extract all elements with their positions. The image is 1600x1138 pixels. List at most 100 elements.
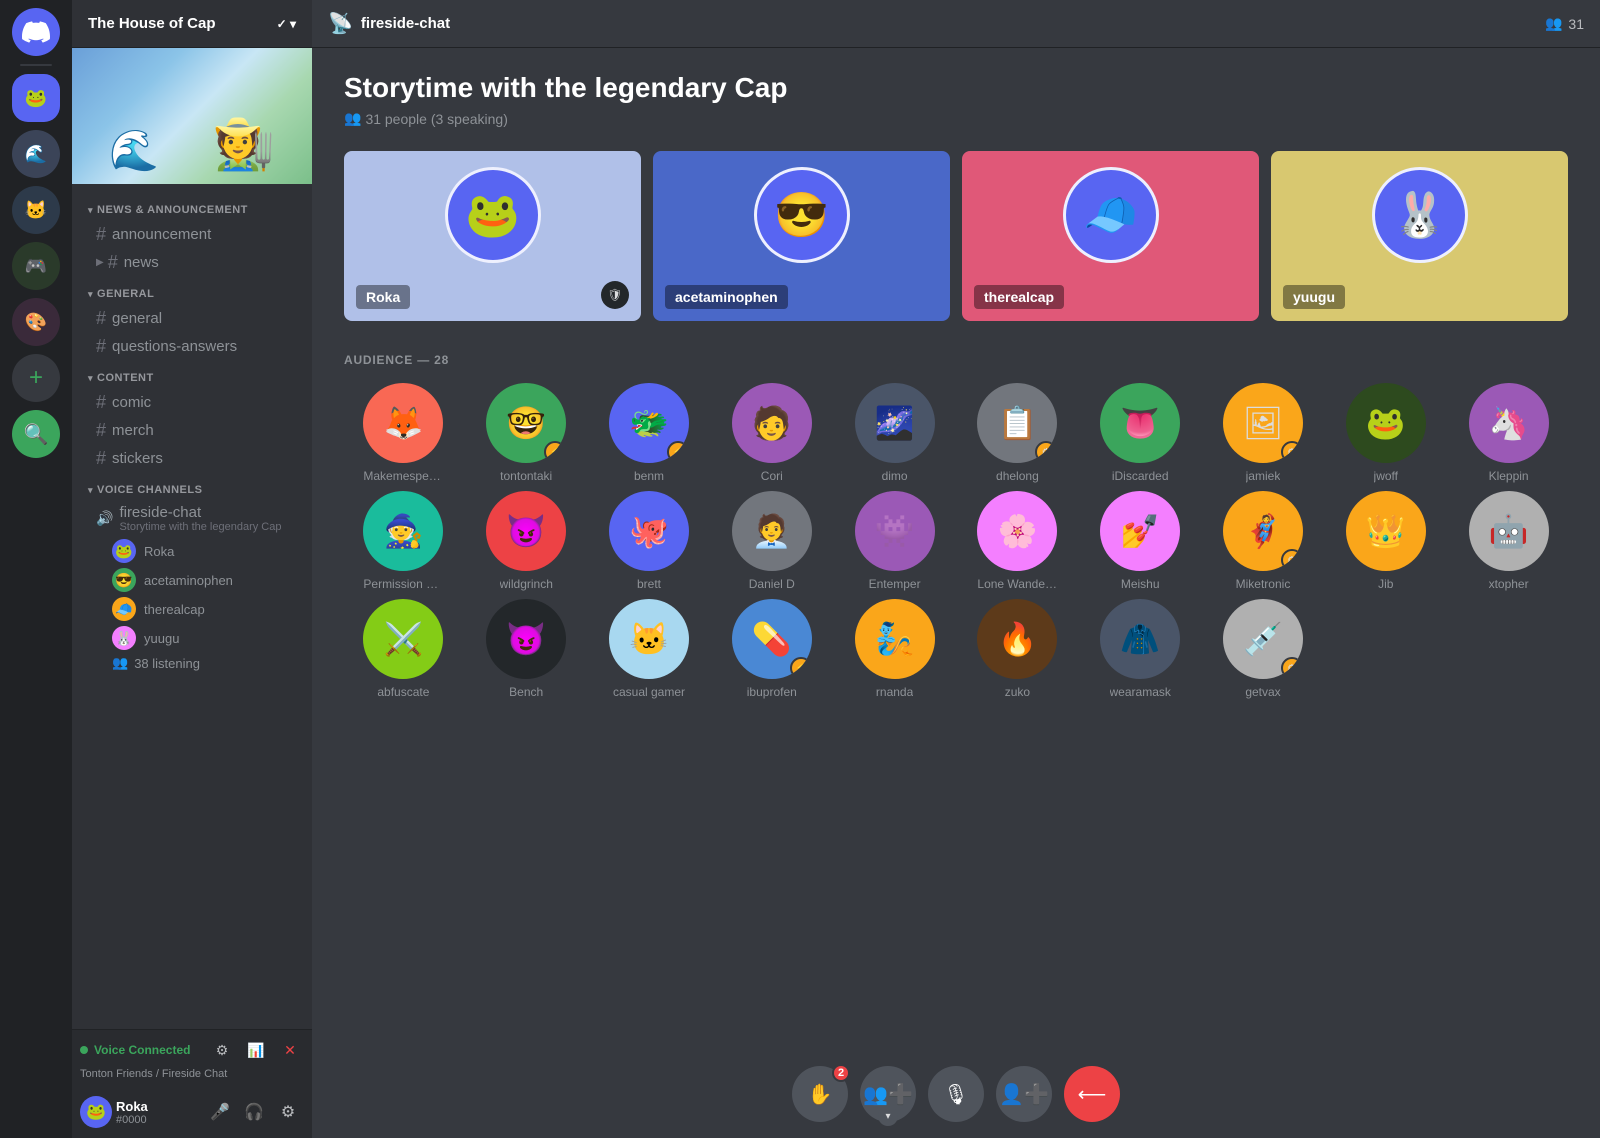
audience-member-tontontaki[interactable]: 🤓 ⚡ tontontaki bbox=[467, 383, 586, 483]
voice-user-acetaminophen[interactable]: 😎 acetaminophen bbox=[80, 566, 304, 594]
speaker-card-therealcap[interactable]: 🧢 therealcap bbox=[962, 151, 1259, 321]
audience-member-getvax[interactable]: 💉 ⚙ getvax bbox=[1204, 599, 1323, 699]
add-speaker-icon: 👤➕ bbox=[999, 1082, 1049, 1107]
audience-member-meishu[interactable]: 💅 Meishu bbox=[1081, 491, 1200, 591]
section-arrow: ▾ bbox=[88, 289, 93, 300]
mic-icon: 🎙 bbox=[943, 1082, 968, 1107]
audience-avatar: 🦊 bbox=[363, 383, 443, 463]
voice-user-yuugu[interactable]: 🐰 yuugu bbox=[80, 624, 304, 652]
channel-general[interactable]: # general bbox=[80, 305, 304, 332]
audience-member-ibuprofen[interactable]: 💊 ⚡ ibuprofen bbox=[712, 599, 831, 699]
audience-member-zuko[interactable]: 🔥 zuko bbox=[958, 599, 1077, 699]
audience-member-wildgrinch[interactable]: 😈 wildgrinch bbox=[467, 491, 586, 591]
add-speaker-button[interactable]: 👤➕ bbox=[996, 1066, 1052, 1122]
audience-name: rnanda bbox=[876, 685, 913, 699]
audience-member-jib[interactable]: 👑 Jib bbox=[1326, 491, 1445, 591]
channel-questions-answers[interactable]: # questions-answers bbox=[80, 333, 304, 360]
server-icon-2[interactable]: 🌊 bbox=[12, 130, 60, 178]
status-badge: ⚙ bbox=[1281, 549, 1303, 571]
audience-member-miketronic[interactable]: 🦸 ⚙ Miketronic bbox=[1204, 491, 1323, 591]
stage-icon: 📡 bbox=[328, 11, 353, 36]
audience-member-makemespeakrr[interactable]: 🦊 Makemespeakrr bbox=[344, 383, 463, 483]
audience-member-benm[interactable]: 🐲 ⚡ benm bbox=[590, 383, 709, 483]
speakers-grid: 🐸 Roka 🛡 😎 acetaminophen 🧢 therealcap bbox=[344, 151, 1568, 321]
speaker-card-yuugu[interactable]: 🐰 yuugu bbox=[1271, 151, 1568, 321]
speaker-card-acetaminophen[interactable]: 😎 acetaminophen bbox=[653, 151, 950, 321]
audience-member-xtopher[interactable]: 🤖 xtopher bbox=[1449, 491, 1568, 591]
section-voice-channels[interactable]: ▾ VOICE CHANNELS bbox=[72, 480, 312, 500]
voice-connected-bar: Voice Connected ⚙ 📊 ✕ Tonton Friends / F… bbox=[72, 1029, 312, 1086]
booster-badge: ⚡ bbox=[667, 441, 689, 463]
audience-member-jamiek[interactable]: 🖼 ⚙ jamiek bbox=[1204, 383, 1323, 483]
explore-servers-button[interactable]: 🔍 bbox=[12, 410, 60, 458]
hash-icon: # bbox=[96, 448, 106, 469]
audience-avatar: 😈 bbox=[486, 491, 566, 571]
audience-member-dhelong[interactable]: 📋 ⚙ dhelong bbox=[958, 383, 1077, 483]
audience-member-daniel-d[interactable]: 🧑‍💼 Daniel D bbox=[712, 491, 831, 591]
audience-member-casual-gamer[interactable]: 🐱 casual gamer bbox=[590, 599, 709, 699]
server-icon-4[interactable]: 🎮 bbox=[12, 242, 60, 290]
add-server-button[interactable]: + bbox=[12, 354, 60, 402]
audience-name: wildgrinch bbox=[500, 577, 553, 591]
user-bar: 🐸 Roka #0000 🎤 🎧 ⚙ bbox=[72, 1086, 312, 1138]
channel-merch[interactable]: # merch bbox=[80, 417, 304, 444]
audience-member-abfuscate[interactable]: ⚔️ abfuscate bbox=[344, 599, 463, 699]
speaker-card-roka[interactable]: 🐸 Roka 🛡 bbox=[344, 151, 641, 321]
voice-waveform-btn[interactable]: 📊 bbox=[242, 1036, 270, 1064]
deafen-button[interactable]: 🎧 bbox=[238, 1096, 270, 1128]
voice-user-roka[interactable]: 🐸 Roka bbox=[80, 537, 304, 565]
channel-comic[interactable]: # comic bbox=[80, 389, 304, 416]
audience-member-dimo[interactable]: 🌌 dimo bbox=[835, 383, 954, 483]
section-content[interactable]: ▾ CONTENT bbox=[72, 368, 312, 388]
voice-user-therealcap[interactable]: 🧢 therealcap bbox=[80, 595, 304, 623]
listening-icon: 👥 bbox=[112, 655, 128, 671]
audience-member-brett[interactable]: 🐙 brett bbox=[590, 491, 709, 591]
voice-settings-btn[interactable]: ⚙ bbox=[208, 1036, 236, 1064]
leave-stage-button[interactable]: ⟵ bbox=[1064, 1066, 1120, 1122]
mute-mic-button[interactable]: 🎙 bbox=[928, 1066, 984, 1122]
audience-member-wearamask[interactable]: 🧥 wearamask bbox=[1081, 599, 1200, 699]
voice-user-name: yuugu bbox=[144, 631, 179, 646]
section-general[interactable]: ▾ GENERAL bbox=[72, 284, 312, 304]
server-icon-1[interactable]: 🐸 bbox=[12, 74, 60, 122]
user-bar-actions: 🎤 🎧 ⚙ bbox=[204, 1096, 304, 1128]
voice-connected-server: Tonton Friends / Fireside Chat bbox=[80, 1068, 304, 1080]
server-header[interactable]: The House of Cap ✓ ▾ bbox=[72, 0, 312, 48]
audience-member-lone-wanderer[interactable]: 🌸 Lone Wanderer bbox=[958, 491, 1077, 591]
section-arrow: ▾ bbox=[88, 373, 93, 384]
audience-avatar: 🧑‍💼 bbox=[732, 491, 812, 571]
audience-member-idiscarded[interactable]: 👅 iDiscarded bbox=[1081, 383, 1200, 483]
discord-home-button[interactable] bbox=[12, 8, 60, 56]
voice-connected-status: Voice Connected ⚙ 📊 ✕ bbox=[80, 1036, 304, 1064]
server-name: The House of Cap bbox=[88, 15, 277, 32]
audience-name: zuko bbox=[1005, 685, 1030, 699]
section-arrow: ▾ bbox=[88, 205, 93, 216]
audience-member-entemper[interactable]: 👾 Entemper bbox=[835, 491, 954, 591]
channel-announcement[interactable]: # announcement bbox=[80, 221, 304, 248]
channel-stickers[interactable]: # stickers bbox=[80, 445, 304, 472]
avatar: 🧢 bbox=[112, 597, 136, 621]
invite-chevron[interactable]: ▾ bbox=[878, 1106, 898, 1126]
audience-member-kleppin[interactable]: 🦄 Kleppin bbox=[1449, 383, 1568, 483]
invite-button-group: 👥➕ ▾ bbox=[860, 1066, 916, 1122]
audience-member-rnanda[interactable]: 🧞 rnanda bbox=[835, 599, 954, 699]
server-banner: 🌊 🧑‍🌾 bbox=[72, 48, 312, 184]
voice-channel-fireside-chat[interactable]: 🔊 fireside-chat Storytime with the legen… bbox=[80, 501, 304, 536]
audience-member-jwoff[interactable]: 🐸 jwoff bbox=[1326, 383, 1445, 483]
audience-member-bench[interactable]: 😈 Bench bbox=[467, 599, 586, 699]
audience-avatar: 🧑 bbox=[732, 383, 812, 463]
section-news-announcement[interactable]: ▾ NEWS & ANNOUNCEMENT bbox=[72, 200, 312, 220]
channel-news[interactable]: ▶ # news bbox=[80, 249, 304, 276]
audience-name: Lone Wanderer bbox=[977, 577, 1057, 591]
settings-button[interactable]: ⚙ bbox=[272, 1096, 304, 1128]
audience-member-cori[interactable]: 🧑 Cori bbox=[712, 383, 831, 483]
server-icon-5[interactable]: 🎨 bbox=[12, 298, 60, 346]
voice-disconnect-btn[interactable]: ✕ bbox=[276, 1036, 304, 1064]
channel-name: fireside-chat bbox=[361, 15, 450, 32]
audience-avatar: 🧥 bbox=[1100, 599, 1180, 679]
mute-button[interactable]: 🎤 bbox=[204, 1096, 236, 1128]
listening-count: 38 listening bbox=[134, 656, 200, 671]
server-icon-3[interactable]: 🐱 bbox=[12, 186, 60, 234]
raise-hand-button[interactable]: ✋ 2 bbox=[792, 1066, 848, 1122]
audience-member-permission-man[interactable]: 🧙 Permission Man bbox=[344, 491, 463, 591]
